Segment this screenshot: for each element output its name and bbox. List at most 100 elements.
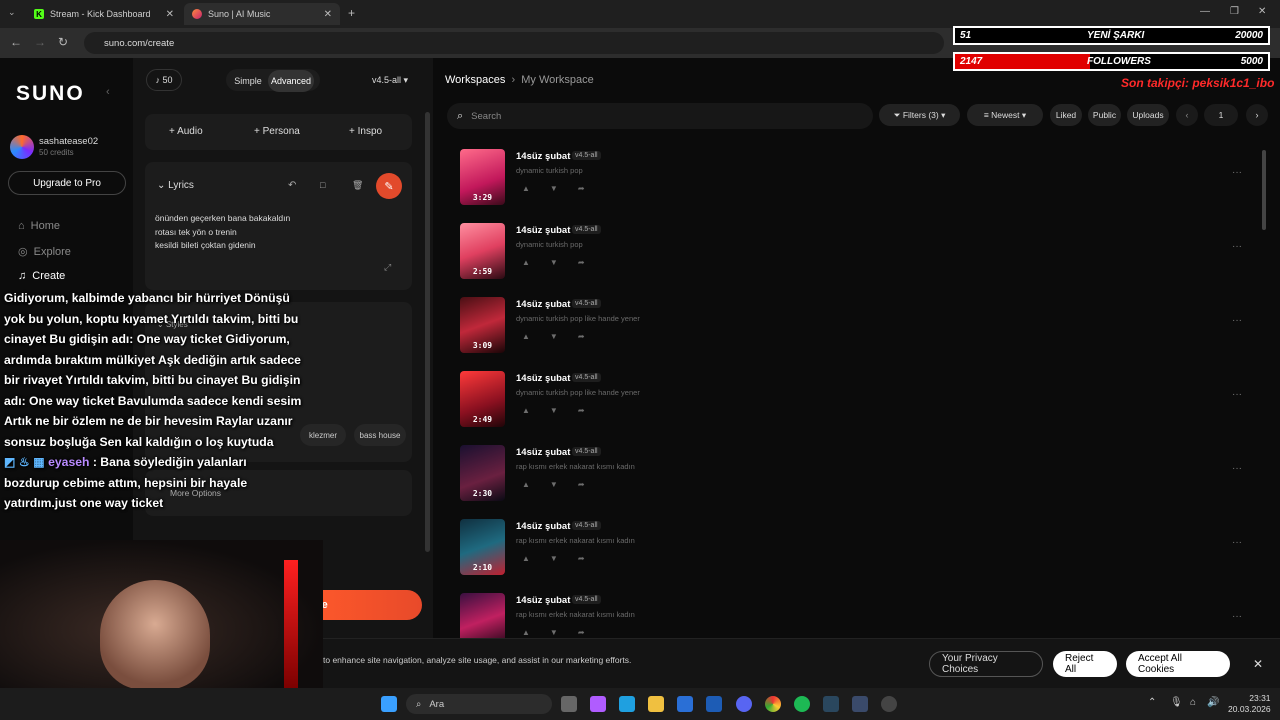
- song-row[interactable]: 2:10 14süz şubat v4.5-all rap kısmı erke…: [460, 519, 1250, 585]
- minimize-icon[interactable]: —: [1200, 6, 1210, 17]
- song-title[interactable]: 14süz şubat: [516, 521, 570, 532]
- share-icon[interactable]: ➦: [578, 332, 585, 341]
- song-cover[interactable]: 2:10: [460, 519, 505, 575]
- url-field[interactable]: suno.com/create: [84, 32, 944, 54]
- thumbs-down-icon[interactable]: ▼: [550, 628, 558, 637]
- microphone-icon[interactable]: 🎙: [1170, 697, 1183, 708]
- song-title[interactable]: 14süz şubat: [516, 447, 570, 458]
- thumbs-up-icon[interactable]: ▲: [522, 480, 530, 489]
- thumbs-up-icon[interactable]: ▲: [522, 554, 530, 563]
- chrome-icon[interactable]: [765, 696, 781, 712]
- public-filter-button[interactable]: Public: [1088, 104, 1121, 126]
- liked-filter-button[interactable]: Liked: [1050, 104, 1082, 126]
- forward-icon[interactable]: →: [34, 35, 46, 49]
- search-input[interactable]: ⌕ Search: [447, 103, 873, 129]
- lyrics-toggle[interactable]: ⌄ Lyrics: [157, 180, 194, 191]
- more-options-icon[interactable]: ···: [1232, 315, 1242, 326]
- song-cover[interactable]: 3:29: [460, 149, 505, 205]
- accept-all-button[interactable]: Accept All Cookies: [1126, 651, 1230, 677]
- close-icon[interactable]: ✕: [1253, 657, 1263, 671]
- thumbs-up-icon[interactable]: ▲: [522, 628, 530, 637]
- tab-kick[interactable]: K Stream - Kick Dashboard ✕: [26, 3, 182, 25]
- store-icon[interactable]: [677, 696, 693, 712]
- edge-icon[interactable]: [619, 696, 635, 712]
- add-audio-button[interactable]: + Audio: [169, 126, 203, 137]
- tab-suno[interactable]: Suno | AI Music ✕: [184, 3, 340, 25]
- clock[interactable]: 23:31 20.03.2026: [1228, 693, 1271, 715]
- reject-all-button[interactable]: Reject All: [1053, 651, 1117, 677]
- close-icon[interactable]: ✕: [166, 9, 174, 20]
- privacy-choices-button[interactable]: Your Privacy Choices: [929, 651, 1043, 677]
- song-list-scrollbar[interactable]: [1262, 150, 1266, 230]
- song-cover[interactable]: 2:30: [460, 445, 505, 501]
- song-row[interactable]: 3:09 14süz şubat v4.5-all dynamic turkis…: [460, 297, 1250, 363]
- discord-icon[interactable]: [736, 696, 752, 712]
- more-options-icon[interactable]: ···: [1232, 241, 1242, 252]
- more-options-icon[interactable]: ···: [1232, 389, 1242, 400]
- panel-scrollbar[interactable]: [425, 112, 430, 552]
- volume-icon[interactable]: 🔊: [1207, 697, 1219, 708]
- obs-icon[interactable]: [881, 696, 897, 712]
- prev-page-icon[interactable]: ‹: [1176, 104, 1198, 126]
- copilot-icon[interactable]: [590, 696, 606, 712]
- add-inspo-button[interactable]: + Inspo: [349, 126, 382, 137]
- suno-logo[interactable]: SUNO: [16, 82, 85, 106]
- back-icon[interactable]: ←: [10, 35, 22, 49]
- thumbs-up-icon[interactable]: ▲: [522, 184, 530, 193]
- lyrics-textarea[interactable]: önünden geçerken bana bakakaldın rotası …: [155, 212, 290, 253]
- share-icon[interactable]: ➦: [578, 184, 585, 193]
- style-tag[interactable]: klezmer: [300, 424, 346, 446]
- thumbs-down-icon[interactable]: ▼: [550, 258, 558, 267]
- model-select[interactable]: v4.5-all ▾: [364, 69, 416, 91]
- expand-icon[interactable]: ⤢: [384, 262, 391, 273]
- song-title[interactable]: 14süz şubat: [516, 373, 570, 384]
- new-tab-icon[interactable]: +: [348, 6, 355, 20]
- undo-icon[interactable]: ↶: [288, 180, 296, 191]
- next-page-icon[interactable]: ›: [1246, 104, 1268, 126]
- thumbs-down-icon[interactable]: ▼: [550, 480, 558, 489]
- trash-icon[interactable]: 🗑: [352, 180, 363, 191]
- breadcrumb-root[interactable]: Workspaces: [445, 74, 505, 86]
- song-row[interactable]: 2:49 14süz şubat v4.5-all dynamic turkis…: [460, 371, 1250, 437]
- magic-wand-button[interactable]: ✎: [376, 173, 402, 199]
- song-title[interactable]: 14süz şubat: [516, 595, 570, 606]
- song-cover[interactable]: 2:59: [460, 223, 505, 279]
- song-title[interactable]: 14süz şubat: [516, 225, 570, 236]
- mode-simple[interactable]: Simple: [230, 70, 266, 92]
- network-icon[interactable]: ⌂: [1190, 697, 1196, 708]
- spotify-icon[interactable]: [794, 696, 810, 712]
- copy-icon[interactable]: □: [320, 180, 325, 190]
- thumbs-down-icon[interactable]: ▼: [550, 554, 558, 563]
- more-options-icon[interactable]: ···: [1232, 463, 1242, 474]
- share-icon[interactable]: ➦: [578, 406, 585, 415]
- thumbs-up-icon[interactable]: ▲: [522, 258, 530, 267]
- more-options-icon[interactable]: ···: [1232, 167, 1242, 178]
- thumbs-down-icon[interactable]: ▼: [550, 332, 558, 341]
- close-window-icon[interactable]: ✕: [1258, 6, 1266, 17]
- restore-icon[interactable]: ❐: [1230, 6, 1239, 17]
- reload-icon[interactable]: ↻: [58, 35, 68, 49]
- mode-advanced[interactable]: Advanced: [268, 70, 314, 92]
- song-cover[interactable]: 3:09: [460, 297, 505, 353]
- style-tag[interactable]: bass house: [354, 424, 406, 446]
- sidebar-item-explore[interactable]: ◎ Explore: [18, 245, 71, 259]
- add-persona-button[interactable]: + Persona: [254, 126, 300, 137]
- share-icon[interactable]: ➦: [578, 480, 585, 489]
- username[interactable]: sashatease02: [39, 136, 98, 147]
- app-icon[interactable]: [852, 696, 868, 712]
- song-row[interactable]: 2:59 14süz şubat v4.5-all dynamic turkis…: [460, 223, 1250, 289]
- file-explorer-icon[interactable]: [648, 696, 664, 712]
- sort-select[interactable]: ≡ Newest ▾: [967, 104, 1043, 126]
- avatar[interactable]: [10, 135, 34, 159]
- task-view-icon[interactable]: [561, 696, 577, 712]
- song-cover[interactable]: 2:49: [460, 371, 505, 427]
- steam-icon[interactable]: [823, 696, 839, 712]
- tray-chevron-icon[interactable]: ⌃: [1148, 697, 1156, 708]
- song-title[interactable]: 14süz şubat: [516, 299, 570, 310]
- page-number-input[interactable]: 1: [1204, 104, 1238, 126]
- collapse-sidebar-icon[interactable]: ‹: [106, 86, 110, 98]
- thumbs-up-icon[interactable]: ▲: [522, 406, 530, 415]
- mail-icon[interactable]: [706, 696, 722, 712]
- song-title[interactable]: 14süz şubat: [516, 151, 570, 162]
- sidebar-item-home[interactable]: ⌂ Home: [18, 220, 60, 232]
